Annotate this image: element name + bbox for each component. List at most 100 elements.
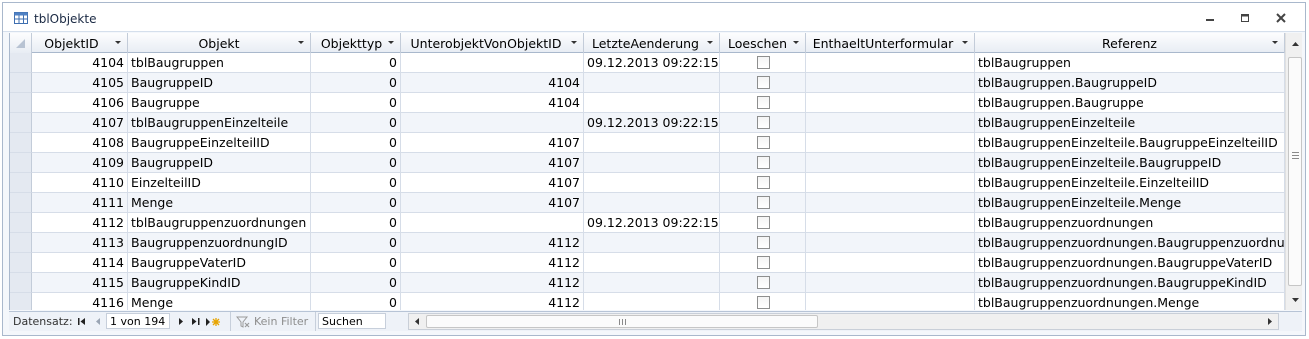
cell-objektid[interactable]: 4105 (32, 73, 128, 93)
loeschen-checkbox[interactable] (757, 296, 770, 309)
cell-enthaeltunterformular[interactable] (806, 253, 975, 273)
column-header-objekttyp[interactable]: Objekttyp (311, 33, 401, 53)
cell-loeschen[interactable] (720, 73, 806, 93)
table-row[interactable]: 4110 EinzelteilID 0 4107 tblBaugruppenEinzel… (10, 173, 1285, 193)
loeschen-checkbox[interactable] (757, 96, 770, 109)
last-record-button[interactable] (189, 312, 203, 331)
cell-enthaeltunterformular[interactable] (806, 193, 975, 213)
cell-enthaeltunterformular[interactable] (806, 273, 975, 293)
cell-loeschen[interactable] (720, 93, 806, 113)
cell-enthaeltunterformular[interactable] (806, 173, 975, 193)
record-selector[interactable] (10, 273, 32, 293)
cell-enthaeltunterformular[interactable] (806, 93, 975, 113)
cell-referenz[interactable]: tblBaugruppenEinzelteile (975, 113, 1285, 133)
cell-objekttyp[interactable]: 0 (311, 213, 401, 233)
cell-unterobjektvonobjektid[interactable] (401, 113, 584, 133)
cell-objekt[interactable]: BaugruppenzuordnungID (128, 233, 311, 253)
dropdown-arrow-icon[interactable] (962, 41, 968, 44)
cell-objektid[interactable]: 4107 (32, 113, 128, 133)
record-position-input[interactable]: 1 von 194 (106, 313, 170, 329)
cell-objektid[interactable]: 4112 (32, 213, 128, 233)
table-row[interactable]: 4116 Menge 0 4112 tblBaugruppenzuordnungen.M… (10, 293, 1285, 310)
record-selector[interactable] (10, 113, 32, 133)
record-selector[interactable] (10, 133, 32, 153)
cell-letzteaenderung[interactable] (584, 193, 720, 213)
previous-record-button[interactable] (91, 312, 105, 331)
cell-objektid[interactable]: 4113 (32, 233, 128, 253)
cell-objekt[interactable]: Menge (128, 193, 311, 213)
cell-objekttyp[interactable]: 0 (311, 293, 401, 310)
scroll-down-button[interactable] (1287, 291, 1302, 308)
cell-unterobjektvonobjektid[interactable]: 4107 (401, 133, 584, 153)
cell-objektid[interactable]: 4108 (32, 133, 128, 153)
cell-loeschen[interactable] (720, 293, 806, 310)
cell-letzteaenderung[interactable]: 09.12.2013 09:22:15 (584, 213, 720, 233)
column-header-loeschen[interactable]: Loeschen (720, 33, 806, 53)
cell-unterobjektvonobjektid[interactable]: 4107 (401, 173, 584, 193)
cell-objekttyp[interactable]: 0 (311, 133, 401, 153)
cell-objektid[interactable]: 4104 (32, 53, 128, 73)
cell-enthaeltunterformular[interactable] (806, 233, 975, 253)
cell-loeschen[interactable] (720, 193, 806, 213)
cell-objektid[interactable]: 4111 (32, 193, 128, 213)
table-row[interactable]: 4107 tblBaugruppenEinzelteile 0 09.12.2013 … (10, 113, 1285, 133)
cell-unterobjektvonobjektid[interactable]: 4112 (401, 233, 584, 253)
record-selector[interactable] (10, 193, 32, 213)
cell-referenz[interactable]: tblBaugruppenEinzelteile.BaugruppeEinzel… (975, 133, 1285, 153)
dropdown-arrow-icon[interactable] (1272, 41, 1278, 44)
cell-unterobjektvonobjektid[interactable]: 4112 (401, 273, 584, 293)
cell-objekt[interactable]: tblBaugruppenEinzelteile (128, 113, 311, 133)
scroll-up-button[interactable] (1287, 35, 1302, 52)
new-record-button[interactable] (204, 312, 222, 331)
loeschen-checkbox[interactable] (757, 156, 770, 169)
select-all-button[interactable] (10, 33, 32, 53)
cell-referenz[interactable]: tblBaugruppenzuordnungen (975, 213, 1285, 233)
loeschen-checkbox[interactable] (757, 256, 770, 269)
close-button[interactable] (1269, 10, 1293, 26)
cell-referenz[interactable]: tblBaugruppen.Baugruppe (975, 93, 1285, 113)
cell-objekttyp[interactable]: 0 (311, 253, 401, 273)
cell-objektid[interactable]: 4106 (32, 93, 128, 113)
cell-objekt[interactable]: BaugruppeID (128, 153, 311, 173)
cell-letzteaenderung[interactable] (584, 73, 720, 93)
cell-objekt[interactable]: Menge (128, 293, 311, 310)
cell-letzteaenderung[interactable] (584, 173, 720, 193)
record-selector[interactable] (10, 153, 32, 173)
cell-enthaeltunterformular[interactable] (806, 113, 975, 133)
cell-enthaeltunterformular[interactable] (806, 153, 975, 173)
table-row[interactable]: 4115 BaugruppeKindID 0 4112 tblBaugruppenzuo… (10, 273, 1285, 293)
cell-referenz[interactable]: tblBaugruppenEinzelteile.Menge (975, 193, 1285, 213)
cell-objekt[interactable]: BaugruppeVaterID (128, 253, 311, 273)
cell-objekttyp[interactable]: 0 (311, 113, 401, 133)
filter-indicator[interactable]: Kein Filter (230, 312, 316, 331)
cell-objekt[interactable]: BaugruppeKindID (128, 273, 311, 293)
dropdown-arrow-icon[interactable] (388, 41, 394, 44)
horizontal-scrollbar[interactable] (408, 313, 1279, 330)
cell-referenz[interactable]: tblBaugruppen (975, 53, 1285, 73)
table-row[interactable]: 4108 BaugruppeEinzelteilID 0 4107 tblBaugrup… (10, 133, 1285, 153)
cell-loeschen[interactable] (720, 113, 806, 133)
loeschen-checkbox[interactable] (757, 136, 770, 149)
cell-letzteaenderung[interactable] (584, 153, 720, 173)
cell-objektid[interactable]: 4114 (32, 253, 128, 273)
record-selector[interactable] (10, 293, 32, 310)
vertical-scroll-thumb[interactable] (1288, 57, 1302, 286)
column-header-unterobjektvonobjektid[interactable]: UnterobjektVonObjektID (401, 33, 584, 53)
table-row[interactable]: 4114 BaugruppeVaterID 0 4112 tblBaugruppenzu… (10, 253, 1285, 273)
cell-objekt[interactable]: EinzelteilID (128, 173, 311, 193)
cell-objekt[interactable]: tblBaugruppenzuordnungen (128, 213, 311, 233)
search-input[interactable]: Suchen (318, 313, 386, 329)
cell-letzteaenderung[interactable] (584, 273, 720, 293)
table-row[interactable]: 4105 BaugruppeID 0 4104 tblBaugruppen.Baugru… (10, 73, 1285, 93)
cell-unterobjektvonobjektid[interactable]: 4104 (401, 73, 584, 93)
cell-enthaeltunterformular[interactable] (806, 213, 975, 233)
cell-referenz[interactable]: tblBaugruppenzuordnungen.Menge (975, 293, 1285, 310)
cell-unterobjektvonobjektid[interactable] (401, 213, 584, 233)
cell-loeschen[interactable] (720, 253, 806, 273)
cell-enthaeltunterformular[interactable] (806, 53, 975, 73)
cell-objekttyp[interactable]: 0 (311, 273, 401, 293)
minimize-button[interactable] (1198, 10, 1222, 26)
record-selector[interactable] (10, 253, 32, 273)
cell-loeschen[interactable] (720, 153, 806, 173)
cell-loeschen[interactable] (720, 213, 806, 233)
